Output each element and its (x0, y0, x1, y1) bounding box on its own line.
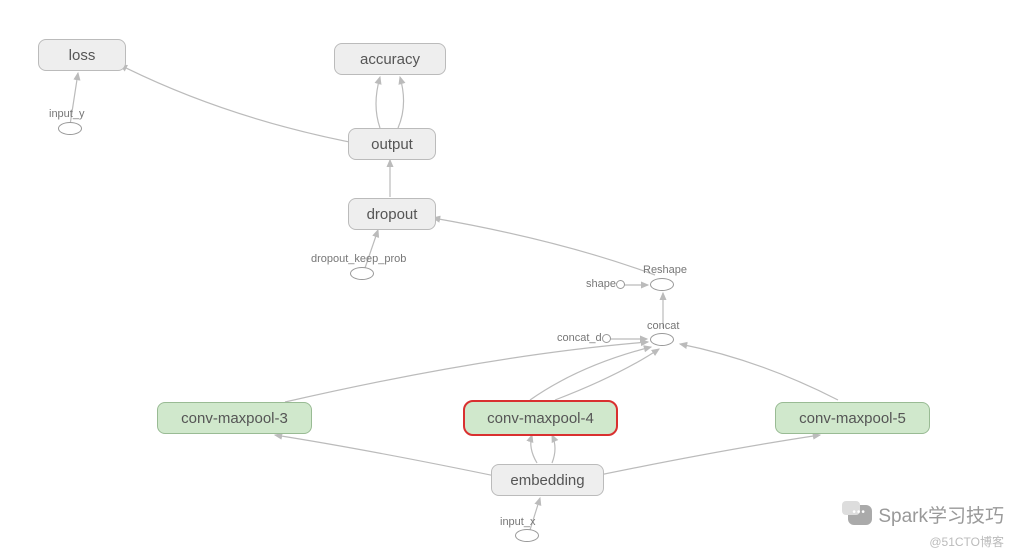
reshape-ellipse[interactable] (650, 278, 674, 291)
shape-label: shape (586, 278, 616, 290)
node-label: conv-maxpool-5 (799, 410, 906, 427)
output-node[interactable]: output (348, 128, 436, 160)
embedding-node[interactable]: embedding (491, 464, 604, 496)
concat-ellipse[interactable] (650, 333, 674, 346)
chat-icon (848, 505, 872, 525)
shape-circle[interactable] (616, 280, 625, 289)
node-label: conv-maxpool-4 (487, 410, 594, 427)
node-label: dropout (367, 206, 418, 223)
input-x-label: input_x (500, 516, 535, 528)
node-label: conv-maxpool-3 (181, 410, 288, 427)
input-x-ellipse[interactable] (515, 529, 539, 542)
conv-maxpool-3-node[interactable]: conv-maxpool-3 (157, 402, 312, 434)
watermark-sub: @51CTO博客 (929, 533, 1004, 550)
conv-maxpool-4-node[interactable]: conv-maxpool-4 (463, 400, 618, 436)
input-y-label: input_y (49, 108, 84, 120)
node-label: output (371, 136, 413, 153)
node-label: loss (69, 47, 96, 64)
watermark-main: Spark学习技巧 (848, 501, 1004, 528)
reshape-label: Reshape (643, 264, 687, 276)
dropout-keep-prob-ellipse[interactable] (350, 267, 374, 280)
concat-label: concat (647, 320, 679, 332)
loss-node[interactable]: loss (38, 39, 126, 71)
node-label: accuracy (360, 51, 420, 68)
watermark-text: Spark学习技巧 (878, 501, 1004, 528)
input-y-ellipse[interactable] (58, 122, 82, 135)
dropout-keep-prob-label: dropout_keep_prob (311, 253, 406, 265)
node-label: embedding (510, 472, 584, 489)
concat-d-circle[interactable] (602, 334, 611, 343)
dropout-node[interactable]: dropout (348, 198, 436, 230)
conv-maxpool-5-node[interactable]: conv-maxpool-5 (775, 402, 930, 434)
accuracy-node[interactable]: accuracy (334, 43, 446, 75)
